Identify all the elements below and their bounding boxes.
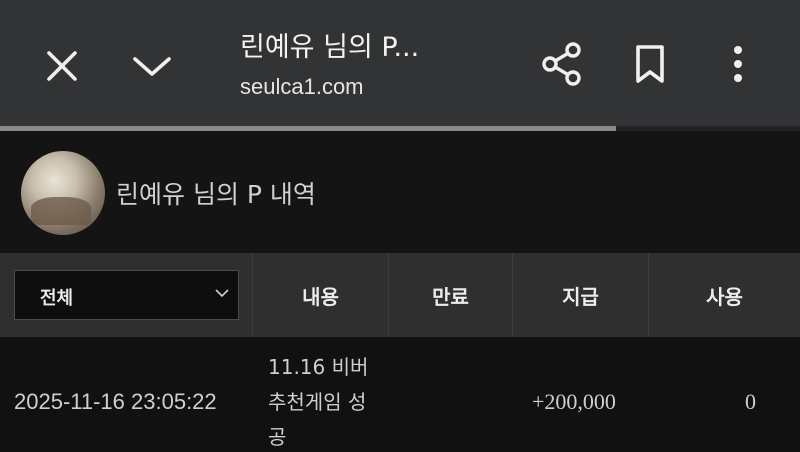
close-icon	[47, 51, 77, 81]
browser-toolbar: 린예유 님의 P... seulca1.com	[0, 0, 800, 126]
more-vertical-icon	[734, 46, 742, 82]
bookmark-icon	[636, 45, 664, 83]
profile-header: 린예유 님의 P 내역	[0, 131, 800, 253]
avatar[interactable]	[21, 151, 105, 235]
filter-select[interactable]: 전체	[14, 270, 239, 320]
row-pay: +200,000	[532, 389, 616, 414]
table-header: 전체 내용 만료 지급 사용	[0, 253, 800, 337]
close-button[interactable]	[38, 42, 86, 90]
table-row: 2025-11-16 23:05:22 11.16 비버 추천게임 성공 +20…	[0, 337, 800, 452]
share-button[interactable]	[536, 38, 586, 90]
row-use: 0	[745, 389, 756, 414]
page-title: 린예유 님의 P...	[240, 32, 420, 63]
page-url[interactable]: seulca1.com	[240, 74, 364, 100]
chevron-down-icon	[133, 57, 171, 76]
bookmark-button[interactable]	[626, 38, 674, 90]
chevron-down-icon	[215, 289, 229, 298]
column-header-expire: 만료	[388, 253, 512, 337]
column-header-pay: 지급	[512, 253, 648, 337]
collapse-button[interactable]	[126, 42, 178, 90]
row-date: 2025-11-16 23:05:22	[14, 389, 217, 414]
share-icon	[542, 42, 581, 86]
column-header-content: 내용	[252, 253, 388, 337]
more-options-button[interactable]	[716, 38, 760, 90]
filter-selected-label: 전체	[40, 288, 74, 309]
profile-title: 린예유 님의 P 내역	[116, 180, 316, 209]
row-content: 11.16 비버 추천게임 성공	[268, 355, 369, 449]
column-header-use: 사용	[648, 253, 800, 337]
